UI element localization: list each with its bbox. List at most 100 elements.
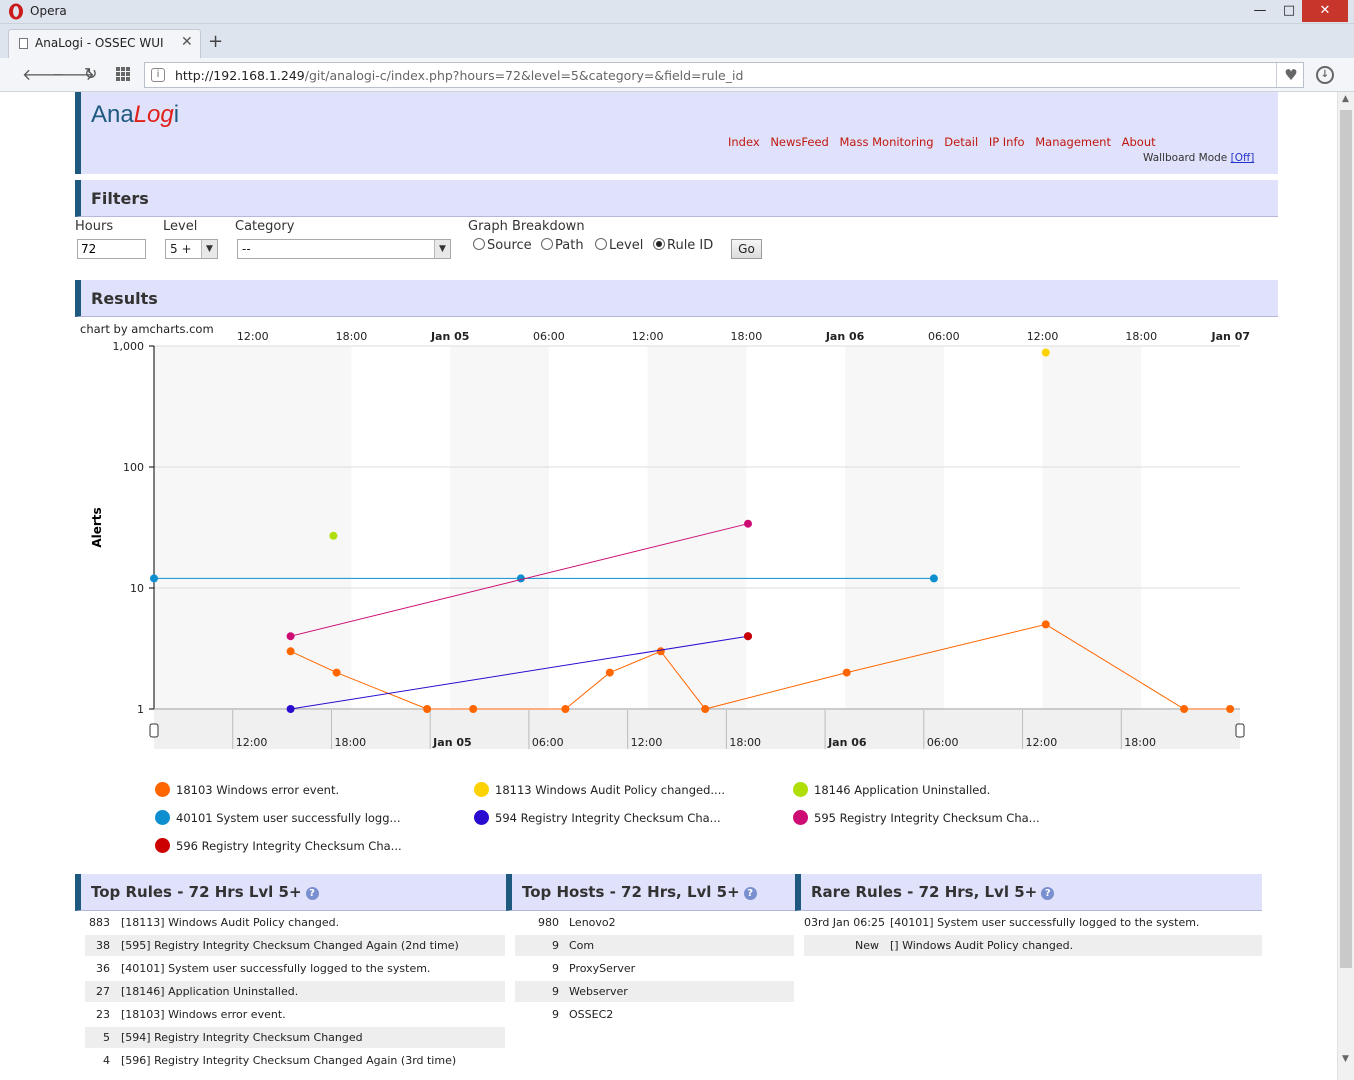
scroll-tick-label: 12:00: [236, 736, 268, 749]
rule-link[interactable]: [40101] System user successfully logged …: [121, 962, 430, 975]
rare-rule-link[interactable]: [] Windows Audit Policy changed.: [890, 939, 1073, 952]
rule-count: 38: [96, 939, 110, 952]
scroll-up-arrow-icon[interactable]: ▲: [1342, 94, 1349, 104]
top-rule-row[interactable]: 5 [594] Registry Integrity Checksum Chang…: [85, 1027, 505, 1048]
x-tick-label: 12:00: [1027, 330, 1059, 343]
top-host-row[interactable]: 9 OSSEC2: [515, 1004, 794, 1025]
scroll-grip-right-icon[interactable]: [1235, 723, 1245, 738]
host-link[interactable]: Webserver: [569, 985, 628, 998]
scroll-tick-label: 18:00: [729, 736, 761, 749]
top-rules-header: Top Rules - 72 Hrs Lvl 5+?: [75, 874, 506, 911]
chart-band: [154, 346, 253, 709]
rule-link[interactable]: [596] Registry Integrity Checksum Change…: [121, 1054, 456, 1067]
top-rule-row[interactable]: 883 [18113] Windows Audit Policy changed.: [85, 912, 505, 933]
scroll-thumb[interactable]: [1340, 110, 1352, 968]
top-rule-row[interactable]: 38 [595] Registry Integrity Checksum Chan…: [85, 935, 505, 956]
series-point-0: [701, 705, 710, 713]
host-count: 9: [552, 939, 559, 952]
legend-label: 40101 System user successfully logg...: [176, 811, 401, 825]
series-point-3: [929, 574, 938, 583]
top-rule-row[interactable]: 36 [40101] System user successfully logge…: [85, 958, 505, 979]
series-point-0: [1180, 705, 1189, 713]
tab-close-icon[interactable]: ✕: [181, 34, 193, 50]
site-info-icon[interactable]: i: [151, 68, 165, 82]
scroll-grip-left-icon[interactable]: [149, 723, 159, 738]
opera-logo-icon: [9, 3, 23, 20]
chart-band: [1042, 346, 1142, 709]
scroll-down-arrow-icon[interactable]: ▼: [1342, 1054, 1349, 1064]
series-point-0: [605, 668, 614, 677]
help-icon[interactable]: ?: [305, 887, 319, 900]
rare-rule-row[interactable]: New [] Windows Audit Policy changed.: [804, 935, 1262, 956]
top-rule-row[interactable]: 27 [18146] Application Uninstalled.: [85, 981, 505, 1002]
download-icon[interactable]: ↓: [1316, 66, 1334, 84]
speed-dial-icon[interactable]: [116, 67, 130, 81]
scroll-tick-label: 12:00: [1026, 736, 1058, 749]
rule-link[interactable]: [18146] Application Uninstalled.: [121, 985, 298, 998]
reload-icon[interactable]: ↻: [84, 64, 97, 83]
legend-label: 596 Registry Integrity Checksum Cha...: [176, 839, 402, 853]
page-scrollbar[interactable]: ▲ ▼: [1337, 92, 1354, 1080]
heart-icon[interactable]: ♥: [1276, 63, 1305, 87]
x-tick-label: Jan 06: [825, 330, 865, 343]
x-tick-label: Jan 05: [430, 330, 469, 343]
tab-title: AnaLogi - OSSEC WUI: [35, 36, 164, 50]
chart-band: [845, 346, 944, 709]
rule-link[interactable]: [594] Registry Integrity Checksum Change…: [121, 1031, 363, 1044]
top-rules-title: Top Rules - 72 Hrs Lvl 5+: [91, 883, 302, 901]
host-link[interactable]: OSSEC2: [569, 1008, 613, 1021]
rule-link[interactable]: [18113] Windows Audit Policy changed.: [121, 916, 339, 929]
close-window-icon[interactable]: ✕: [1302, 0, 1348, 22]
rule-count: 27: [96, 985, 110, 998]
rule-link[interactable]: [595] Registry Integrity Checksum Change…: [121, 939, 459, 952]
scroll-tick-label: 18:00: [1124, 736, 1156, 749]
legend-marker: [155, 838, 170, 853]
maximize-icon[interactable]: □: [1275, 0, 1303, 22]
host-link[interactable]: Lenovo2: [569, 916, 616, 929]
tab-analogi[interactable]: AnaLogi - OSSEC WUI ✕: [8, 29, 201, 58]
rule-count: 23: [96, 1008, 110, 1021]
top-host-row[interactable]: 980 Lenovo2: [515, 912, 794, 933]
series-point-0: [561, 705, 570, 713]
top-host-row[interactable]: 9 Com: [515, 935, 794, 956]
top-host-row[interactable]: 9 Webserver: [515, 981, 794, 1002]
top-host-row[interactable]: 9 ProxyServer: [515, 958, 794, 979]
x-tick-label: 12:00: [237, 330, 269, 343]
host-link[interactable]: Com: [569, 939, 594, 952]
scroll-tick-label: 06:00: [532, 736, 564, 749]
address-bar[interactable]: i http://192.168.1.249/git/analogi-c/ind…: [144, 62, 1304, 88]
x-tick-label: 12:00: [632, 330, 664, 343]
host-count: 9: [552, 985, 559, 998]
series-point-6: [744, 632, 752, 641]
help-icon[interactable]: ?: [1041, 887, 1055, 900]
legend-label: 18113 Windows Audit Policy changed....: [495, 783, 726, 797]
y-tick-label: 1: [137, 703, 144, 716]
window-titlebar: Opera — □ ✕: [0, 0, 1354, 24]
top-rule-row[interactable]: 4 [596] Registry Integrity Checksum Chang…: [85, 1050, 505, 1071]
series-point-0: [332, 668, 341, 677]
rare-rule-row[interactable]: 03rd Jan 06:25 [40101] System user succes…: [804, 912, 1262, 933]
help-icon[interactable]: ?: [743, 887, 757, 900]
minimize-icon[interactable]: —: [1246, 0, 1274, 22]
legend-label: 18103 Windows error event.: [176, 783, 340, 797]
legend-label: 595 Registry Integrity Checksum Cha...: [814, 811, 1040, 825]
rule-count: 4: [103, 1054, 110, 1067]
series-point-3: [150, 574, 158, 583]
host-count: 9: [552, 1008, 559, 1021]
series-point-4: [286, 705, 295, 713]
x-tick-label: 06:00: [928, 330, 960, 343]
host-link[interactable]: ProxyServer: [569, 962, 635, 975]
host-count: 980: [538, 916, 559, 929]
rare-rule-when: 03rd Jan 06:25: [804, 916, 885, 929]
scroll-tick-label: 18:00: [334, 736, 366, 749]
series-point-0: [469, 705, 478, 713]
series-point-1: [1041, 348, 1050, 357]
rule-link[interactable]: [18103] Windows error event.: [121, 1008, 286, 1021]
url-text[interactable]: http://192.168.1.249/git/analogi-c/index…: [175, 68, 743, 83]
x-tick-label: 18:00: [336, 330, 368, 343]
top-rule-row[interactable]: 23 [18103] Windows error event.: [85, 1004, 505, 1025]
rule-count: 36: [96, 962, 110, 975]
new-tab-icon[interactable]: +: [208, 31, 223, 52]
rare-rule-link[interactable]: [40101] System user successfully logged …: [890, 916, 1199, 929]
scroll-tick-label: 12:00: [631, 736, 663, 749]
